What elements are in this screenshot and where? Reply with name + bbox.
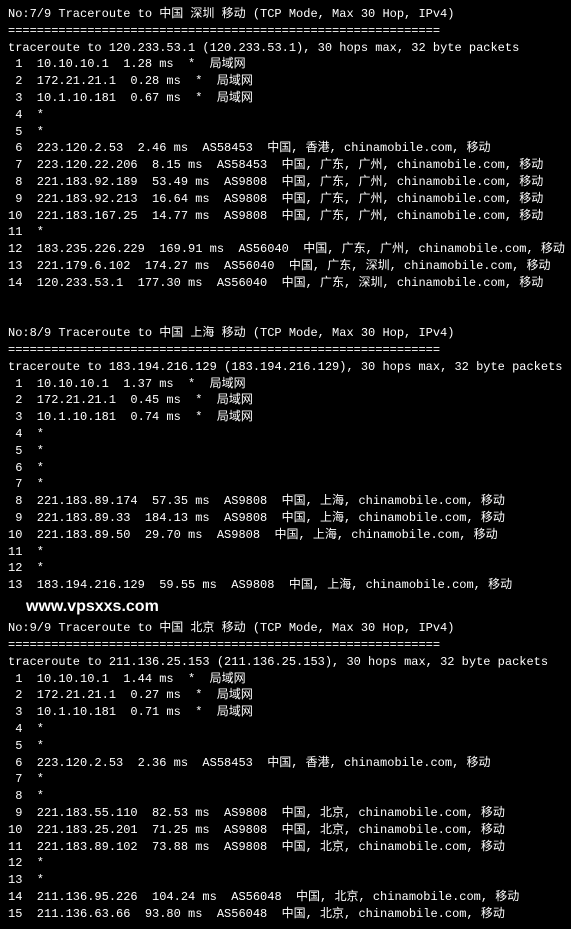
terminal-output: No:7/9 Traceroute to 中国 深圳 移动 (TCP Mode,… (8, 6, 563, 923)
hop-line: 15 211.136.63.66 93.80 ms AS56048 中国, 北京… (8, 906, 563, 923)
hop-line: 6 223.120.2.53 2.46 ms AS58453 中国, 香港, c… (8, 140, 563, 157)
hop-line: 2 172.21.21.1 0.45 ms * 局域网 (8, 392, 563, 409)
traceroute-header: No:7/9 Traceroute to 中国 深圳 移动 (TCP Mode,… (8, 6, 563, 23)
hop-line: 6 223.120.2.53 2.36 ms AS58453 中国, 香港, c… (8, 755, 563, 772)
hop-line: 11 221.183.89.102 73.88 ms AS9808 中国, 北京… (8, 839, 563, 856)
hop-line: 10 221.183.89.50 29.70 ms AS9808 中国, 上海,… (8, 527, 563, 544)
hop-line: 4 * (8, 721, 563, 738)
hop-line: 10 221.183.167.25 14.77 ms AS9808 中国, 广东… (8, 208, 563, 225)
divider-line: ========================================… (8, 637, 563, 654)
traceroute-intro: traceroute to 183.194.216.129 (183.194.2… (8, 359, 563, 376)
hop-line: 8 221.183.92.189 53.49 ms AS9808 中国, 广东,… (8, 174, 563, 191)
hop-line: 5 * (8, 124, 563, 141)
divider-line: ========================================… (8, 23, 563, 40)
hop-line: 12 * (8, 560, 563, 577)
hop-line: 1 10.10.10.1 1.28 ms * 局域网 (8, 56, 563, 73)
traceroute-intro: traceroute to 120.233.53.1 (120.233.53.1… (8, 40, 563, 57)
hop-line: 3 10.1.10.181 0.74 ms * 局域网 (8, 409, 563, 426)
hop-line: 9 221.183.92.213 16.64 ms AS9808 中国, 广东,… (8, 191, 563, 208)
hop-line: 14 211.136.95.226 104.24 ms AS56048 中国, … (8, 889, 563, 906)
blank-line (8, 308, 563, 325)
hop-line: 6 * (8, 460, 563, 477)
hop-line: 10 221.183.25.201 71.25 ms AS9808 中国, 北京… (8, 822, 563, 839)
traceroute-intro: traceroute to 211.136.25.153 (211.136.25… (8, 654, 563, 671)
hop-line: 2 172.21.21.1 0.28 ms * 局域网 (8, 73, 563, 90)
hop-line: 8 * (8, 788, 563, 805)
traceroute-header: No:8/9 Traceroute to 中国 上海 移动 (TCP Mode,… (8, 325, 563, 342)
hop-line: 5 * (8, 443, 563, 460)
hop-line: 1 10.10.10.1 1.37 ms * 局域网 (8, 376, 563, 393)
hop-line: 4 * (8, 107, 563, 124)
hop-line: 13 * (8, 872, 563, 889)
divider-line: ========================================… (8, 342, 563, 359)
hop-line: 13 183.194.216.129 59.55 ms AS9808 中国, 上… (8, 577, 563, 594)
hop-line: 13 221.179.6.102 174.27 ms AS56040 中国, 广… (8, 258, 563, 275)
hop-line: 9 221.183.89.33 184.13 ms AS9808 中国, 上海,… (8, 510, 563, 527)
traceroute-header: No:9/9 Traceroute to 中国 北京 移动 (TCP Mode,… (8, 620, 563, 637)
hop-line: 11 * (8, 224, 563, 241)
hop-line: 5 * (8, 738, 563, 755)
hop-line: 7 * (8, 476, 563, 493)
hop-line: 4 * (8, 426, 563, 443)
hop-line: 9 221.183.55.110 82.53 ms AS9808 中国, 北京,… (8, 805, 563, 822)
hop-line: 14 120.233.53.1 177.30 ms AS56040 中国, 广东… (8, 275, 563, 292)
hop-line: 3 10.1.10.181 0.71 ms * 局域网 (8, 704, 563, 721)
blank-line (8, 292, 563, 309)
hop-line: 1 10.10.10.1 1.44 ms * 局域网 (8, 671, 563, 688)
hop-line: 7 223.120.22.206 8.15 ms AS58453 中国, 广东,… (8, 157, 563, 174)
hop-line: 7 * (8, 771, 563, 788)
hop-line: 2 172.21.21.1 0.27 ms * 局域网 (8, 687, 563, 704)
hop-line: 3 10.1.10.181 0.67 ms * 局域网 (8, 90, 563, 107)
hop-line: 12 * (8, 855, 563, 872)
watermark: www.vpsxxs.com (8, 594, 563, 620)
hop-line: 11 * (8, 544, 563, 561)
hop-line: 12 183.235.226.229 169.91 ms AS56040 中国,… (8, 241, 563, 258)
hop-line: 8 221.183.89.174 57.35 ms AS9808 中国, 上海,… (8, 493, 563, 510)
